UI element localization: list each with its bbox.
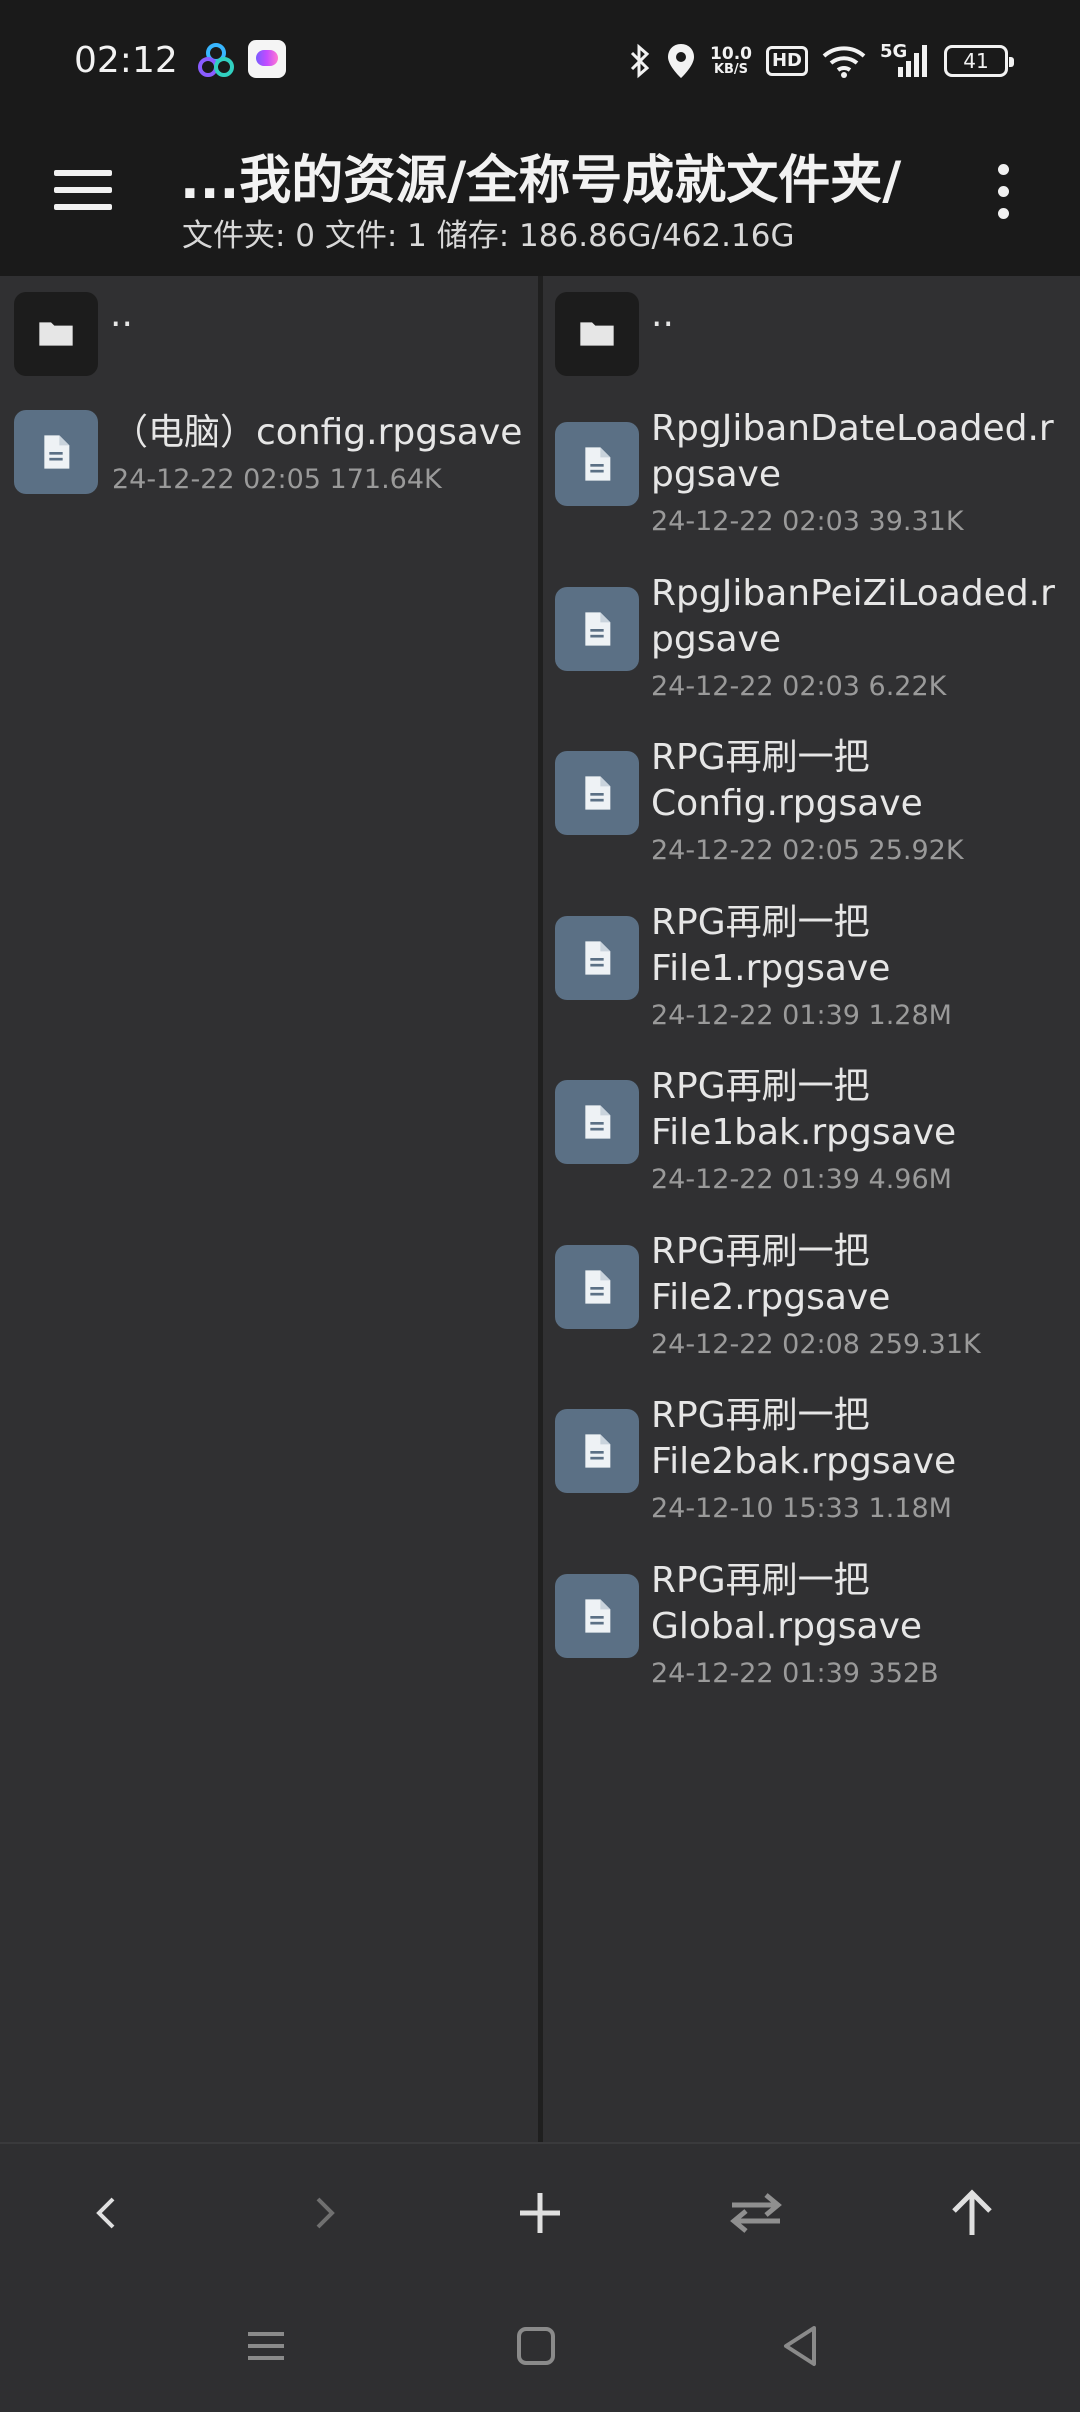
status-time: 02:12 bbox=[74, 40, 178, 81]
file-name: （电脑）config.rpgsave bbox=[112, 412, 523, 453]
file-name-line: File1.rpgsave bbox=[651, 947, 891, 989]
folder-icon bbox=[14, 292, 98, 376]
add-icon bbox=[520, 2193, 560, 2233]
go-up-button[interactable] bbox=[937, 2178, 1007, 2248]
file-name-line: pgsave bbox=[651, 618, 781, 660]
file-item[interactable]: RpgJibanPeiZiLoaded.r pgsave 24-12-22 02:0… bbox=[543, 571, 1080, 721]
file-name-line: Config.rpgsave bbox=[651, 783, 923, 824]
file-item[interactable]: RPG再刷一把 Config.rpgsave 24-12-22 02:05 25.9… bbox=[543, 735, 1080, 885]
battery-indicator: 41 bbox=[944, 45, 1014, 77]
forward-button[interactable] bbox=[289, 2178, 359, 2248]
back-nav-button[interactable] bbox=[770, 2316, 830, 2376]
file-meta: 24-12-22 02:05 171.64K bbox=[112, 464, 442, 495]
add-button[interactable] bbox=[505, 2178, 575, 2248]
swap-icon bbox=[730, 2193, 782, 2233]
file-name-line: RPG再刷一把 bbox=[651, 901, 870, 943]
more-options-button[interactable] bbox=[992, 164, 1016, 220]
file-meta: 24-12-22 02:05 25.92K bbox=[651, 835, 964, 866]
menu-button[interactable] bbox=[54, 166, 114, 212]
parent-folder-item[interactable]: .. bbox=[543, 292, 1080, 378]
file-meta: 24-12-22 01:39 352B bbox=[651, 1657, 939, 1689]
folder-icon bbox=[555, 292, 639, 376]
recents-button[interactable] bbox=[236, 2316, 296, 2376]
storage-summary: 文件夹: 0 文件: 1 储存: 186.86G/462.16G bbox=[182, 218, 795, 254]
file-icon bbox=[14, 410, 98, 494]
bluetooth-icon bbox=[630, 43, 650, 79]
file-name-line: RpgJibanPeiZiLoaded.r bbox=[651, 572, 1055, 614]
arrow-up-icon bbox=[952, 2189, 992, 2235]
file-name-line: File1bak.rpgsave bbox=[651, 1112, 957, 1153]
file-name-line: RPG再刷一把 bbox=[651, 1230, 870, 1272]
file-icon bbox=[555, 915, 639, 1000]
right-file-pane: .. RpgJibanDateLoaded.r pgsave 24-12-22 02… bbox=[543, 276, 1080, 2142]
file-name-line: RPG再刷一把 bbox=[651, 1559, 870, 1601]
swap-panes-button[interactable] bbox=[721, 2178, 791, 2248]
file-item[interactable]: （电脑）config.rpgsave 24-12-22 02:05 171.64… bbox=[0, 410, 538, 510]
hd-badge: HD bbox=[765, 46, 808, 76]
menu-icon bbox=[54, 170, 112, 176]
network-speed: 10.0 KB/S bbox=[710, 43, 752, 77]
more-vert-icon bbox=[998, 164, 1009, 175]
file-icon bbox=[555, 1080, 639, 1164]
cellular-signal: 5G bbox=[880, 43, 930, 79]
location-icon bbox=[668, 44, 695, 78]
status-indicators: 10.0 KB/S HD 5G 41 bbox=[628, 38, 1014, 84]
file-icon bbox=[555, 1409, 639, 1493]
file-name-line: pgsave bbox=[651, 454, 781, 495]
forward-icon bbox=[316, 2197, 335, 2229]
file-item[interactable]: RPG再刷一把 Global.rpgsave 24-12-22 01:39 352B bbox=[543, 1558, 1080, 1708]
file-icon bbox=[555, 1244, 639, 1329]
file-name-line: RpgJibanDateLoaded.r bbox=[651, 408, 1054, 449]
page-title: ...我的资源/全称号成就文件夹/ bbox=[180, 151, 902, 211]
back-triangle-icon bbox=[784, 2326, 816, 2366]
back-button[interactable] bbox=[72, 2178, 142, 2248]
file-item[interactable]: RPG再刷一把 File1bak.rpgsave 24-12-22 01:39 4.… bbox=[543, 1064, 1080, 1214]
file-meta: 24-12-22 02:08 259.31K bbox=[651, 1328, 981, 1360]
file-meta: 24-12-10 15:33 1.18M bbox=[651, 1493, 952, 1524]
file-meta: 24-12-22 02:03 39.31K bbox=[651, 506, 964, 537]
recents-icon bbox=[248, 2332, 284, 2360]
file-item[interactable]: RPG再刷一把 File1.rpgsave 24-12-22 01:39 1.28M bbox=[543, 900, 1080, 1050]
file-icon bbox=[555, 1573, 639, 1658]
file-name-line: File2.rpgsave bbox=[651, 1276, 891, 1318]
signal-bars-icon bbox=[898, 45, 927, 77]
file-name-line: Global.rpgsave bbox=[651, 1605, 923, 1647]
parent-folder-label: .. bbox=[110, 294, 133, 335]
parent-folder-label: .. bbox=[651, 294, 674, 335]
file-meta: 24-12-22 01:39 4.96M bbox=[651, 1164, 952, 1195]
app-notification-icon bbox=[198, 43, 234, 77]
app-notification-icon-2 bbox=[248, 40, 286, 78]
file-name-line: RPG再刷一把 bbox=[651, 737, 870, 778]
app-bar: ...我的资源/全称号成就文件夹/ 文件夹: 0 文件: 1 储存: 186.8… bbox=[0, 124, 1080, 276]
file-item[interactable]: RPG再刷一把 File2.rpgsave 24-12-22 02:08 259.3… bbox=[543, 1229, 1080, 1379]
file-name-line: RPG再刷一把 bbox=[651, 1395, 870, 1436]
file-icon bbox=[555, 751, 639, 835]
status-bar: 02:12 10.0 KB/S HD 5G 41 bbox=[0, 0, 1080, 124]
file-icon bbox=[555, 422, 639, 506]
wifi-icon bbox=[822, 46, 866, 78]
file-meta: 24-12-22 02:03 6.22K bbox=[651, 670, 947, 702]
file-meta: 24-12-22 01:39 1.28M bbox=[651, 999, 952, 1031]
file-item[interactable]: RPG再刷一把 File2bak.rpgsave 24-12-10 15:33 1.… bbox=[543, 1393, 1080, 1543]
file-name-line: File2bak.rpgsave bbox=[651, 1441, 957, 1482]
home-icon bbox=[517, 2327, 555, 2365]
back-icon bbox=[96, 2197, 115, 2229]
left-file-pane: .. （电脑）config.rpgsave 24-12-22 02:05 171… bbox=[0, 276, 538, 2142]
parent-folder-item[interactable]: .. bbox=[0, 292, 538, 378]
home-button[interactable] bbox=[506, 2316, 566, 2376]
file-name-line: RPG再刷一把 bbox=[651, 1066, 870, 1107]
bottom-toolbar bbox=[0, 2142, 1080, 2276]
file-icon bbox=[555, 586, 639, 671]
file-item[interactable]: RpgJibanDateLoaded.r pgsave 24-12-22 02:03… bbox=[543, 406, 1080, 556]
system-nav-bar bbox=[0, 2276, 1080, 2412]
